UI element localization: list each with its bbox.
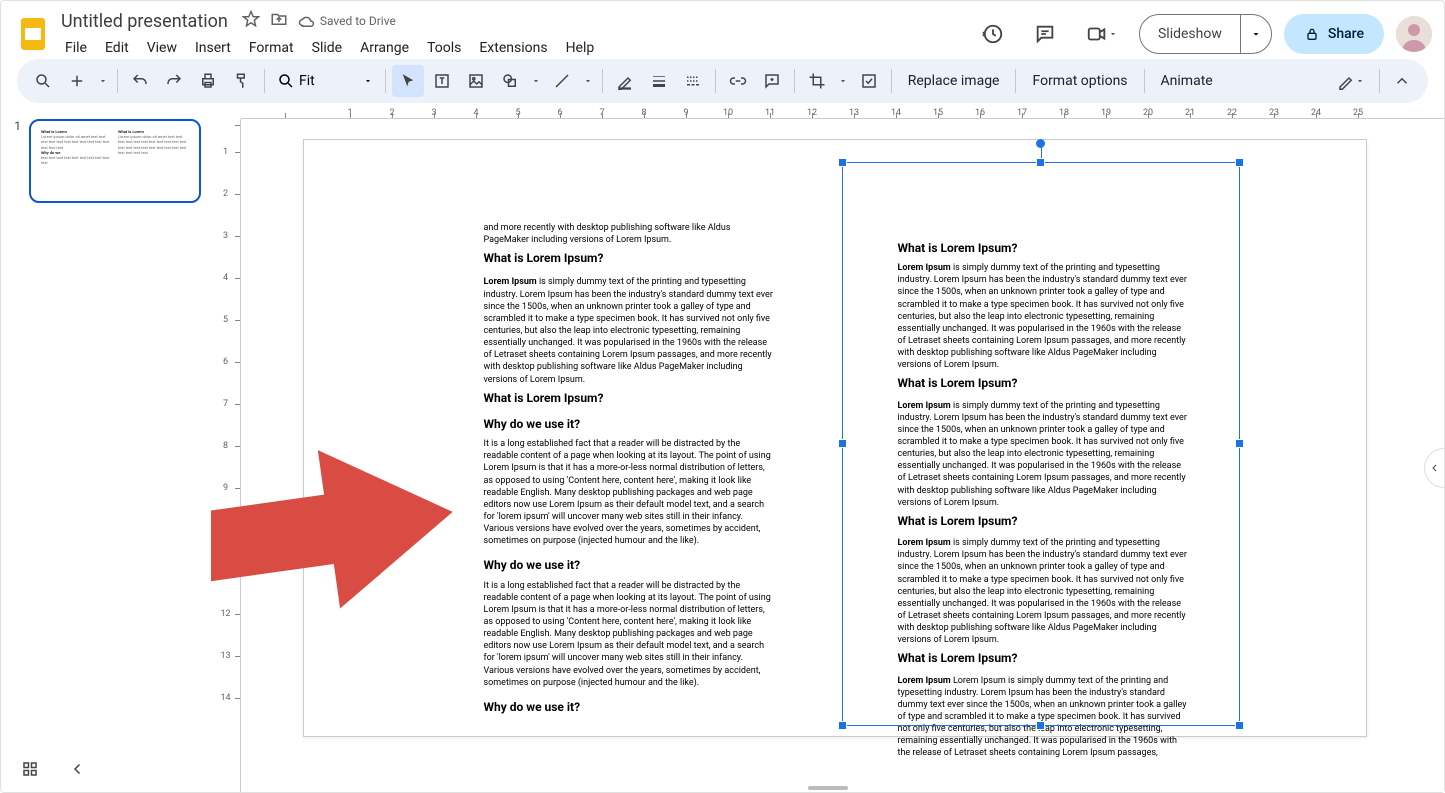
search-menus-icon[interactable] bbox=[27, 65, 59, 97]
doc-title[interactable]: Untitled presentation bbox=[57, 9, 232, 34]
new-slide-dropdown[interactable] bbox=[95, 65, 111, 97]
line-icon[interactable] bbox=[546, 65, 578, 97]
reset-image-icon[interactable] bbox=[853, 65, 885, 97]
hide-menus-icon[interactable] bbox=[1386, 65, 1418, 97]
redo-icon[interactable] bbox=[158, 65, 190, 97]
account-avatar[interactable] bbox=[1396, 16, 1432, 52]
grid-view-icon[interactable] bbox=[21, 760, 39, 782]
menu-extensions[interactable]: Extensions bbox=[471, 36, 555, 60]
resize-handle-sw[interactable] bbox=[838, 721, 847, 730]
menu-help[interactable]: Help bbox=[558, 36, 603, 60]
replace-image-button[interactable]: Replace image bbox=[898, 73, 1010, 89]
link-icon[interactable] bbox=[722, 65, 754, 97]
slideshow-dropdown[interactable] bbox=[1241, 28, 1271, 40]
filmstrip: 1 What is LoremLorem ipsum dolor sit ame… bbox=[1, 103, 211, 792]
slide-canvas[interactable]: and more recently with desktop publishin… bbox=[303, 139, 1367, 737]
horizontal-ruler[interactable]: 1234567891011121314151617181920212223242… bbox=[241, 103, 1444, 119]
cloud-status[interactable]: Saved to Drive bbox=[298, 12, 396, 30]
star-icon[interactable] bbox=[242, 10, 260, 32]
border-dash-icon[interactable] bbox=[677, 65, 709, 97]
border-color-icon[interactable] bbox=[609, 65, 641, 97]
line-dropdown[interactable] bbox=[580, 65, 596, 97]
selection-box[interactable] bbox=[842, 162, 1240, 726]
menu-file[interactable]: File bbox=[57, 36, 95, 60]
crop-dropdown[interactable] bbox=[835, 65, 851, 97]
paint-format-icon[interactable] bbox=[226, 65, 258, 97]
menu-slide[interactable]: Slide bbox=[304, 36, 350, 60]
format-options-button[interactable]: Format options bbox=[1022, 73, 1137, 89]
speaker-notes-grip[interactable] bbox=[808, 786, 848, 790]
comments-icon[interactable] bbox=[1025, 14, 1065, 54]
menu-format[interactable]: Format bbox=[241, 36, 302, 60]
menu-tools[interactable]: Tools bbox=[419, 36, 469, 60]
slide-thumbnail-1[interactable]: What is LoremLorem ipsum dolor sit amet … bbox=[29, 119, 201, 203]
image-icon[interactable] bbox=[460, 65, 492, 97]
textbox-left[interactable]: and more recently with desktop publishin… bbox=[484, 222, 774, 721]
editing-mode-icon[interactable] bbox=[1329, 65, 1373, 97]
animate-button[interactable]: Animate bbox=[1151, 73, 1223, 89]
shape-dropdown[interactable] bbox=[528, 65, 544, 97]
resize-handle-w[interactable] bbox=[838, 439, 847, 448]
resize-handle-ne[interactable] bbox=[1235, 158, 1244, 167]
resize-handle-nw[interactable] bbox=[838, 158, 847, 167]
meet-icon[interactable] bbox=[1077, 14, 1127, 54]
shape-icon[interactable] bbox=[494, 65, 526, 97]
resize-handle-n[interactable] bbox=[1036, 158, 1045, 167]
menu-bar: File Edit View Insert Format Slide Arran… bbox=[57, 36, 973, 60]
comment-icon[interactable] bbox=[756, 65, 788, 97]
slide-number: 1 bbox=[11, 119, 21, 203]
slideshow-main[interactable]: Slideshow bbox=[1140, 15, 1241, 53]
share-button[interactable]: Share bbox=[1284, 14, 1384, 54]
menu-view[interactable]: View bbox=[139, 36, 185, 60]
new-slide-icon[interactable] bbox=[61, 65, 93, 97]
slides-logo[interactable] bbox=[13, 14, 53, 54]
border-weight-icon[interactable] bbox=[643, 65, 675, 97]
slideshow-button: Slideshow bbox=[1139, 14, 1272, 54]
resize-handle-se[interactable] bbox=[1235, 721, 1244, 730]
menu-arrange[interactable]: Arrange bbox=[352, 36, 417, 60]
move-icon[interactable] bbox=[270, 10, 288, 32]
select-tool-icon[interactable] bbox=[392, 65, 424, 97]
toolbar: Fit Replace image Format options Animate bbox=[17, 59, 1428, 103]
textbox-icon[interactable] bbox=[426, 65, 458, 97]
resize-handle-e[interactable] bbox=[1235, 439, 1244, 448]
zoom-control[interactable]: Fit bbox=[271, 72, 379, 90]
undo-icon[interactable] bbox=[124, 65, 156, 97]
canvas-area: 1234567891011121314151617181920212223242… bbox=[211, 103, 1444, 792]
crop-icon[interactable] bbox=[801, 65, 833, 97]
menu-edit[interactable]: Edit bbox=[97, 36, 137, 60]
resize-handle-s[interactable] bbox=[1036, 721, 1045, 730]
red-arrow-annotation bbox=[211, 440, 474, 624]
menu-insert[interactable]: Insert bbox=[187, 36, 239, 60]
history-icon[interactable] bbox=[973, 14, 1013, 54]
collapse-filmstrip-icon[interactable] bbox=[69, 760, 87, 782]
rotate-handle[interactable] bbox=[1036, 139, 1045, 148]
print-icon[interactable] bbox=[192, 65, 224, 97]
